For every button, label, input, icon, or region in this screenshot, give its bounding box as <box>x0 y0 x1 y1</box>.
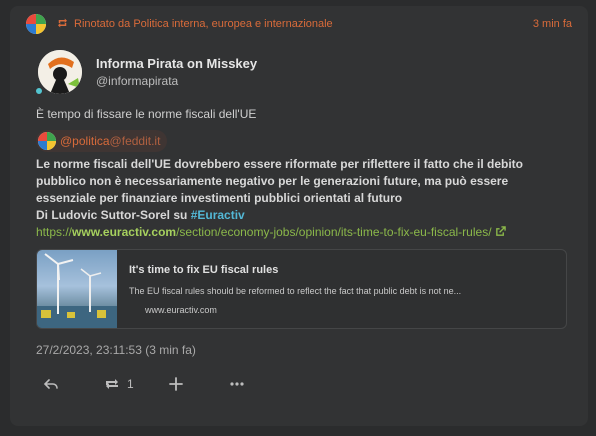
reply-button[interactable] <box>43 374 59 394</box>
react-button[interactable] <box>168 374 184 394</box>
note-timestamp[interactable]: 27/2/2023, 23:11:53 (3 min fa) <box>36 343 196 357</box>
url-scheme: https:// <box>36 225 73 239</box>
renote-count: 1 <box>127 377 134 391</box>
renote-action-icon <box>106 379 118 389</box>
preview-site: www.euractiv.com <box>145 305 217 315</box>
plus-icon <box>168 377 183 391</box>
url-host: www.euractiv.com <box>72 225 177 239</box>
mention-user: @politica <box>60 133 110 148</box>
author-avatar[interactable] <box>38 50 82 94</box>
reply-icon <box>43 379 58 389</box>
post-text-line: Le norme fiscali dell'UE dovrebbero esse… <box>36 157 523 171</box>
byline-text: Di Ludovic Suttor-Sorel su <box>36 208 191 222</box>
url-path: /section/economy-jobs/opinion/its-time-t… <box>176 225 492 239</box>
preview-title: It's time to fix EU fiscal rules <box>129 264 279 276</box>
mention[interactable]: @politica @feddit.it <box>36 130 168 152</box>
external-link-icon <box>495 225 506 236</box>
renote-avatar[interactable] <box>26 14 46 34</box>
renote-button[interactable]: 1 <box>104 374 134 394</box>
post-text: Le norme fiscali dell'UE dovrebbero esse… <box>36 156 571 241</box>
more-button[interactable] <box>229 374 245 394</box>
preview-description: The EU fiscal rules should be reformed t… <box>129 286 462 296</box>
link-preview-card[interactable]: It's time to fix EU fiscal rules The EU … <box>36 249 567 329</box>
byline: Di Ludovic Suttor-Sorel su #Euractiv <box>36 207 571 224</box>
more-icon <box>230 382 244 386</box>
preview-thumbnail <box>37 250 117 328</box>
mention-host: @feddit.it <box>109 133 161 148</box>
author-username[interactable]: @informapirata <box>96 74 257 88</box>
note-actions: 1 <box>36 374 274 394</box>
hashtag-euractiv[interactable]: #Euractiv <box>191 208 245 222</box>
online-indicator <box>34 86 44 96</box>
renote-time[interactable]: 3 min fa <box>533 18 572 30</box>
renote-label[interactable]: Rinotato da Politica interna, europea e … <box>74 18 333 30</box>
article-link[interactable]: https://www.euractiv.com/section/economy… <box>36 224 571 241</box>
note-body: È tempo di fissare le norme fiscali dell… <box>36 106 571 241</box>
post-title: È tempo di fissare le norme fiscali dell… <box>36 107 257 121</box>
post-text-line: pubblico non è necessariamente negativo … <box>36 174 509 188</box>
author-names: Informa Pirata on Misskey @informapirata <box>96 56 257 88</box>
renote-header: Rinotato da Politica interna, europea e … <box>26 13 572 35</box>
post-text-line: essenziale per finanziare investimenti p… <box>36 191 403 205</box>
renote-icon <box>56 17 69 32</box>
mention-avatar <box>38 132 56 150</box>
author-display-name[interactable]: Informa Pirata on Misskey <box>96 56 257 71</box>
